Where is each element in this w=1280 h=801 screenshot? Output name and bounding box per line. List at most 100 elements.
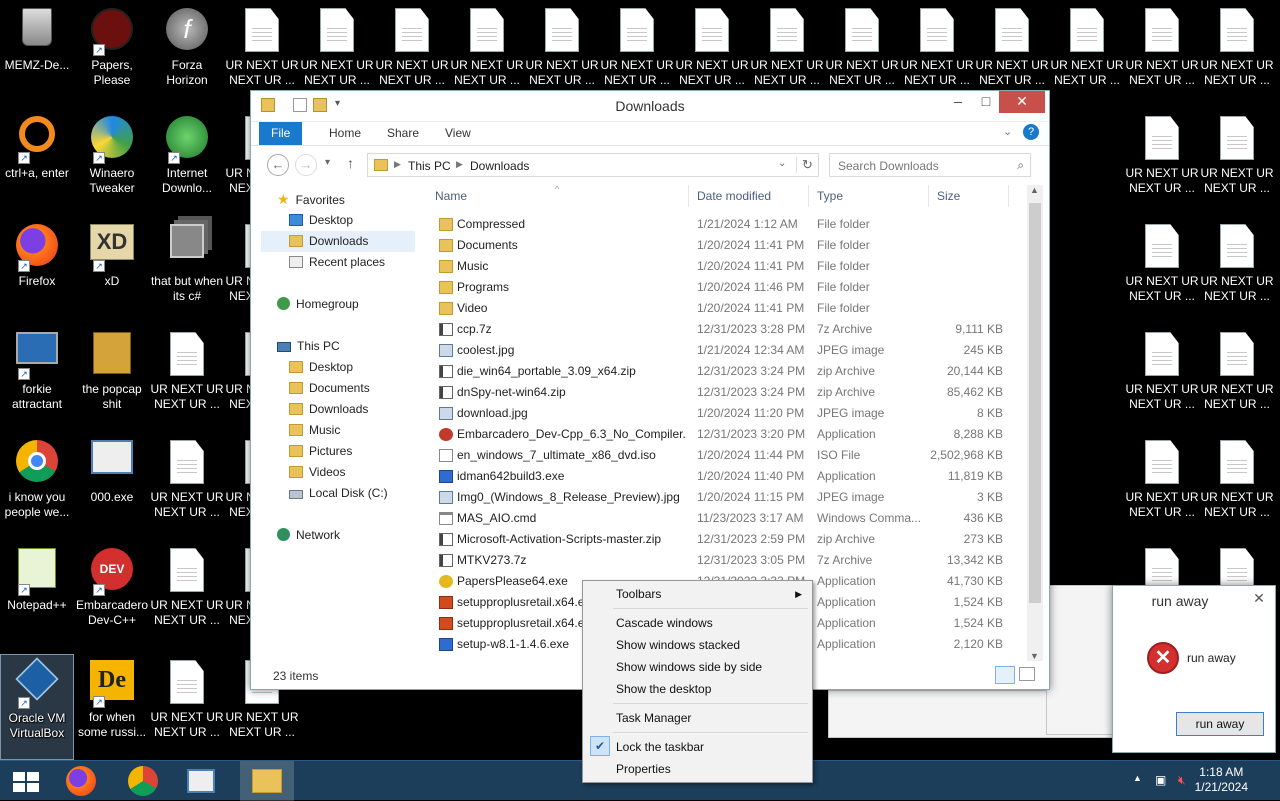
file-row[interactable]: MTKV273.7z 12/31/2023 3:05 PM 7z Archive 13… <box>427 550 1027 571</box>
desktop-icon-winaero[interactable]: ↗ Winaero Tweaker <box>75 110 149 216</box>
desktop-icon-ur-next[interactable]: UR NEXT UR NEXT UR ... <box>1200 218 1274 324</box>
column-header-type[interactable]: Type <box>809 185 929 207</box>
menu-item-cascade[interactable]: Cascade windows <box>583 612 812 634</box>
desktop-icon-papers-please[interactable]: ↗ Papers, Please <box>75 2 149 108</box>
scroll-down-icon[interactable]: ▼ <box>1030 651 1039 661</box>
taskbar-file-explorer[interactable] <box>240 761 294 801</box>
nav-this-pc[interactable]: This PC <box>277 336 340 357</box>
desktop-icon-forza[interactable]: f Forza Horizon 5.exe <box>150 2 224 108</box>
up-arrow-icon[interactable]: ↑ <box>347 155 354 171</box>
file-row[interactable]: coolest.jpg 1/21/2024 12:34 AM JPEG image 2… <box>427 340 1027 361</box>
menu-item-properties[interactable]: Properties <box>583 758 812 780</box>
desktop-icon-devcpp[interactable]: DEV ↗ Embarcadero Dev-C++ <box>75 542 149 648</box>
desktop-icon-de[interactable]: De ↗ for when some russi... <box>75 654 149 760</box>
file-row[interactable]: Embarcadero_Dev-Cpp_6.3_No_Compiler... 12… <box>427 424 1027 445</box>
menu-item-task-manager[interactable]: Task Manager <box>583 707 812 729</box>
nav-pc-documents[interactable]: Documents <box>289 378 370 399</box>
large-icons-view-icon[interactable] <box>1019 667 1035 681</box>
file-row[interactable]: MAS_AIO.cmd 11/23/2023 3:17 AM Windows Com… <box>427 508 1027 529</box>
desktop-icon-ur-next[interactable]: UR NEXT UR NEXT UR ... <box>150 434 224 540</box>
file-row[interactable]: Video 1/20/2024 11:41 PM File folder <box>427 298 1027 319</box>
desktop-icon-virtualbox[interactable]: ↗ Oracle VM VirtualBox <box>0 654 74 760</box>
nav-recent-places[interactable]: Recent places <box>289 252 385 273</box>
nav-pc-music[interactable]: Music <box>289 420 340 441</box>
breadcrumb-downloads[interactable]: Downloads <box>470 159 529 173</box>
taskbar-firefox[interactable] <box>54 761 108 801</box>
tab-file[interactable]: File <box>259 122 303 145</box>
tab-share[interactable]: Share <box>375 122 431 145</box>
run-away-dialog[interactable]: run away ✕ ✕ run away run away <box>1112 585 1276 753</box>
nav-homegroup[interactable]: Homegroup <box>277 294 359 315</box>
file-row[interactable]: Img0_(Windows_8_Release_Preview).jpg 1/20… <box>427 487 1027 508</box>
menu-item-side-by-side[interactable]: Show windows side by side <box>583 656 812 678</box>
column-header-name[interactable]: Name ^ <box>427 185 689 207</box>
file-row[interactable]: download.jpg 1/20/2024 11:20 PM JPEG image… <box>427 403 1027 424</box>
desktop-icon-memz[interactable]: MEMZ-De... <box>0 2 74 108</box>
file-row[interactable]: Music 1/20/2024 11:41 PM File folder <box>427 256 1027 277</box>
help-icon[interactable]: ? <box>1023 124 1039 140</box>
file-row[interactable]: ccp.7z 12/31/2023 3:28 PM 7z Archive 9,111 … <box>427 319 1027 340</box>
network-status-icon[interactable]: ▣ <box>1155 773 1166 787</box>
address-bar[interactable]: ▶ This PC ▶ Downloads ⌄ ↻ <box>367 153 819 177</box>
nav-fav-downloads[interactable]: Downloads <box>261 231 415 252</box>
desktop-icon-ur-next[interactable]: UR NEXT UR NEXT UR ... <box>1125 218 1199 324</box>
maximize-button[interactable]: □ <box>969 91 1003 113</box>
taskbar-context-menu[interactable]: Toolbars ▶ Cascade windows Show windows s… <box>582 580 813 783</box>
scroll-thumb[interactable] <box>1029 203 1041 603</box>
desktop-icon-xd[interactable]: XD ↗ xD <box>75 218 149 324</box>
volume-muted-icon[interactable]: 🔇︎ <box>1178 773 1186 788</box>
nav-network[interactable]: Network <box>277 525 340 546</box>
menu-item-lock-taskbar[interactable]: Lock the taskbar <box>583 736 812 758</box>
scroll-up-icon[interactable]: ▲ <box>1030 185 1039 195</box>
file-row[interactable]: Microsoft-Activation-Scripts-master.zip 1… <box>427 529 1027 550</box>
taskbar-app[interactable] <box>174 761 228 801</box>
file-row[interactable]: die_win64_portable_3.09_x64.zip 12/31/202… <box>427 361 1027 382</box>
dialog-close-button[interactable]: ✕ <box>1247 588 1271 608</box>
column-header-date[interactable]: Date modified <box>689 185 809 207</box>
forward-button[interactable]: → <box>295 154 317 176</box>
desktop-icon-ur-next[interactable]: UR NEXT UR NEXT UR ... <box>1200 326 1274 432</box>
desktop-icon-forkie[interactable]: ↗ forkie attractant <box>0 326 74 432</box>
close-button[interactable]: ✕ <box>999 91 1045 113</box>
nav-fav-desktop[interactable]: Desktop <box>289 210 353 231</box>
desktop-icon-000[interactable]: 000.exe <box>75 434 149 540</box>
desktop-icon-ur-next[interactable]: UR NEXT UR NEXT UR ... <box>1200 110 1274 216</box>
vertical-scrollbar[interactable]: ▲ ▼ <box>1027 185 1043 661</box>
file-row[interactable]: dnSpy-net-win64.zip 12/31/2023 3:24 PM zip… <box>427 382 1027 403</box>
breadcrumb-this-pc[interactable]: This PC <box>408 159 451 173</box>
desktop-icon-ur-next[interactable]: UR NEXT UR NEXT UR ... <box>1125 2 1199 108</box>
menu-item-toolbars[interactable]: Toolbars ▶ <box>583 583 812 605</box>
file-row[interactable]: idman642build3.exe 1/20/2024 11:40 PM Appl… <box>427 466 1027 487</box>
nav-pc-downloads[interactable]: Downloads <box>289 399 368 420</box>
file-row[interactable]: Programs 1/20/2024 11:46 PM File folder <box>427 277 1027 298</box>
desktop-icon-notepadpp[interactable]: ↗ Notepad++ <box>0 542 74 648</box>
file-row[interactable]: Compressed 1/21/2024 1:12 AM File folder <box>427 214 1027 235</box>
column-header-size[interactable]: Size <box>929 185 1009 207</box>
desktop-icon-ur-next[interactable]: UR NEXT UR NEXT UR ... <box>1125 326 1199 432</box>
file-row[interactable]: en_windows_7_ultimate_x86_dvd.iso 1/20/20… <box>427 445 1027 466</box>
desktop-icon-ur-next[interactable]: UR NEXT UR NEXT UR ... <box>1125 434 1199 540</box>
nav-local-disk[interactable]: Local Disk (C:) <box>289 483 388 504</box>
ribbon-expand-icon[interactable]: ⌄ <box>1003 125 1012 138</box>
desktop-icon-idm[interactable]: ↗ Internet Downlo... <box>150 110 224 216</box>
menu-item-show-desktop[interactable]: Show the desktop <box>583 678 812 700</box>
show-hidden-icons[interactable]: ▲ <box>1133 773 1142 783</box>
tab-home[interactable]: Home <box>317 122 373 145</box>
desktop-icon-popcap[interactable]: the popcap shit <box>75 326 149 432</box>
clock[interactable]: 1:18 AM 1/21/2024 <box>1195 765 1248 795</box>
search-input[interactable]: Search Downloads ⌕ <box>829 153 1031 177</box>
desktop-icon-chrome[interactable]: i know you people we... <box>0 434 74 540</box>
desktop-icon-ur-next[interactable]: UR NEXT UR NEXT UR ... <box>150 654 224 760</box>
start-button[interactable] <box>0 761 54 801</box>
desktop-icon-ur-next[interactable]: UR NEXT UR NEXT UR ... <box>150 542 224 648</box>
nav-pc-videos[interactable]: Videos <box>289 462 345 483</box>
address-dropdown-icon[interactable]: ⌄ <box>778 158 786 169</box>
nav-pc-desktop[interactable]: Desktop <box>289 357 353 378</box>
tab-view[interactable]: View <box>433 122 483 145</box>
desktop-icon-ur-next[interactable]: UR NEXT UR NEXT UR ... <box>150 326 224 432</box>
details-view-icon[interactable] <box>995 666 1015 684</box>
nav-pc-pictures[interactable]: Pictures <box>289 441 352 462</box>
nav-favorites[interactable]: ★ Favorites <box>277 189 345 210</box>
menu-item-stacked[interactable]: Show windows stacked <box>583 634 812 656</box>
desktop-icon-ur-next[interactable]: UR NEXT UR NEXT UR ... <box>1200 434 1274 540</box>
